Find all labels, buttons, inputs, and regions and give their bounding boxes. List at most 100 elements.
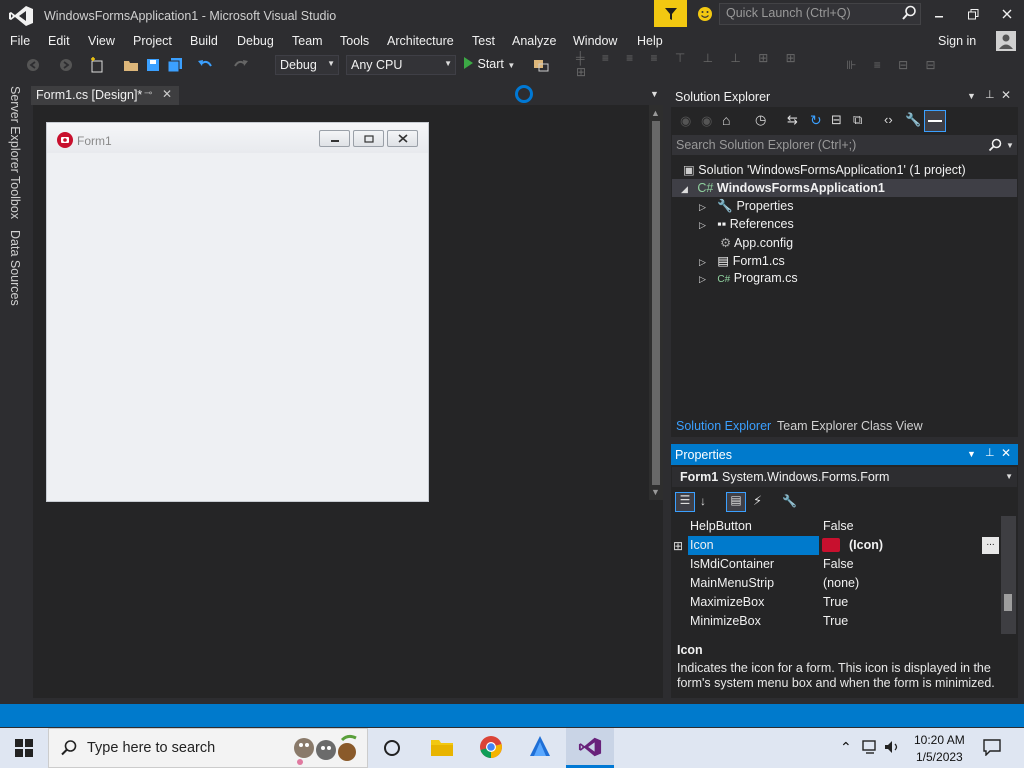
server-explorer-tab[interactable]: Server Explorer [8, 86, 22, 173]
events-lightning-icon[interactable]: ⚡ [753, 493, 762, 509]
alphabetical-sort-icon[interactable]: ↓ [700, 494, 706, 508]
volume-icon[interactable] [884, 739, 902, 758]
property-row-selected[interactable]: Icon (Icon) ... [688, 536, 1000, 555]
menu-tools[interactable]: Tools [340, 34, 369, 48]
pending-changes-filter-icon[interactable]: ◷ [755, 112, 766, 128]
property-row[interactable]: IsMdiContainer False [688, 555, 1000, 574]
menu-debug[interactable]: Debug [237, 34, 274, 48]
object-selector[interactable]: Form1 System.Windows.Forms.Form ▼ [672, 467, 1017, 487]
property-value[interactable]: (Icon) [849, 538, 883, 552]
minimize-button[interactable] [926, 4, 952, 24]
menu-build[interactable]: Build [190, 34, 218, 48]
clock-time[interactable]: 10:20 AM [914, 733, 965, 747]
expand-plus-icon[interactable]: ⊞ [673, 539, 683, 553]
app-taskbar-button[interactable] [528, 735, 552, 762]
property-pages-wrench-icon[interactable]: 🔧 [782, 494, 797, 508]
menu-project[interactable]: Project [133, 34, 172, 48]
menu-team[interactable]: Team [292, 34, 323, 48]
scrollbar-thumb[interactable] [652, 121, 660, 485]
task-view-button[interactable] [382, 738, 402, 761]
start-debugging-button[interactable]: Start ▼ [463, 57, 515, 71]
ellipsis-browse-button[interactable]: ... [982, 537, 999, 554]
search-icon[interactable] [901, 5, 917, 21]
restore-button[interactable] [960, 4, 986, 24]
browser-link-button[interactable] [532, 57, 550, 73]
pin-icon[interactable]: ⊸ [144, 88, 152, 99]
menu-analyze[interactable]: Analyze [512, 34, 556, 48]
tree-project-node[interactable]: ◢ C# WindowsFormsApplication1 [681, 181, 885, 195]
property-row[interactable]: MinimizeBox True [688, 612, 1000, 631]
close-panel-icon[interactable]: ✕ [1001, 88, 1011, 102]
properties-view-icon[interactable]: ▤ [726, 492, 746, 512]
tree-item-properties[interactable]: ▷ 🔧 Properties [699, 199, 793, 214]
search-icon[interactable] [988, 138, 1002, 152]
quick-launch-input[interactable]: Quick Launch (Ctrl+Q) [719, 3, 921, 25]
menu-view[interactable]: View [88, 34, 115, 48]
save-button[interactable] [145, 57, 161, 73]
tree-item-references[interactable]: ▷ ▪▪ References [699, 217, 794, 231]
chrome-taskbar-button[interactable] [479, 735, 503, 762]
menu-edit[interactable]: Edit [48, 34, 70, 48]
close-tab-icon[interactable]: ✕ [162, 87, 172, 101]
home-icon[interactable]: ⌂ [722, 112, 730, 128]
new-project-button[interactable] [88, 57, 106, 73]
property-row[interactable]: HelpButton False [688, 517, 1000, 536]
tree-item-form1[interactable]: ▷ ▤ Form1.cs [699, 253, 785, 268]
property-row[interactable]: MaximizeBox True [688, 593, 1000, 612]
menu-file[interactable]: File [10, 34, 30, 48]
open-file-button[interactable] [122, 57, 140, 73]
refresh-icon[interactable]: ↻ [810, 112, 822, 129]
form-maximize-button[interactable] [353, 130, 384, 147]
undo-button[interactable] [196, 57, 214, 73]
clock-date[interactable]: 1/5/2023 [916, 750, 963, 764]
feedback-button[interactable] [694, 3, 716, 25]
auto-hide-pin-icon[interactable]: ⊥ [985, 88, 995, 101]
toolbox-tab[interactable]: Toolbox [8, 176, 22, 219]
scroll-up-icon[interactable]: ▲ [651, 108, 660, 118]
data-sources-tab[interactable]: Data Sources [8, 230, 22, 306]
properties-scrollbar[interactable] [1001, 516, 1016, 634]
collapse-all-icon[interactable]: ⊟ [831, 112, 842, 128]
menu-test[interactable]: Test [472, 34, 495, 48]
redo-button[interactable] [232, 57, 250, 73]
search-options-chevron-icon[interactable]: ▼ [1006, 141, 1014, 150]
preview-selected-items-button[interactable] [924, 110, 946, 132]
save-all-button[interactable] [167, 57, 183, 73]
property-value[interactable]: (none) [823, 576, 859, 590]
network-icon[interactable] [862, 739, 880, 758]
action-center-button[interactable] [982, 738, 1002, 759]
close-panel-icon[interactable]: ✕ [1001, 446, 1011, 460]
navigate-forward-button[interactable] [58, 57, 74, 73]
property-value[interactable]: False [823, 557, 854, 571]
menu-help[interactable]: Help [637, 34, 663, 48]
categorized-view-icon[interactable]: ☰ [675, 492, 695, 512]
solution-configuration-select[interactable]: Debug ▼ [275, 55, 339, 75]
tab-team-explorer[interactable]: Team Explorer [777, 419, 858, 433]
solution-explorer-search-input[interactable]: Search Solution Explorer (Ctrl+;) [672, 135, 1017, 155]
form-minimize-button[interactable] [319, 130, 350, 147]
visual-studio-taskbar-button[interactable] [566, 728, 614, 768]
menu-window[interactable]: Window [573, 34, 617, 48]
property-value[interactable]: True [823, 595, 848, 609]
start-button[interactable] [14, 738, 34, 761]
sign-in-link[interactable]: Sign in [938, 34, 976, 48]
solution-platform-select[interactable]: Any CPU ▼ [346, 55, 456, 75]
panel-menu-chevron-icon[interactable]: ▼ [967, 91, 976, 101]
tree-solution-node[interactable]: ▣ Solution 'WindowsFormsApplication1' (1… [683, 162, 966, 177]
property-value[interactable]: False [823, 519, 854, 533]
show-hidden-icons-chevron-icon[interactable]: ⌃ [840, 739, 852, 756]
tab-list-chevron-icon[interactable]: ▼ [650, 89, 659, 99]
property-row[interactable]: MainMenuStrip (none) [688, 574, 1000, 593]
scrollbar-thumb[interactable] [1004, 594, 1012, 611]
scroll-down-icon[interactable]: ▼ [651, 487, 660, 497]
close-button[interactable] [994, 4, 1020, 24]
tab-form1-design[interactable]: Form1.cs [Design]* [31, 86, 179, 105]
tab-solution-explorer[interactable]: Solution Explorer [676, 419, 771, 433]
view-code-icon[interactable]: ‹› [884, 112, 893, 127]
tab-class-view[interactable]: Class View [861, 419, 923, 433]
tree-item-program[interactable]: ▷ C# Program.cs [699, 271, 798, 285]
navigate-back-button[interactable] [25, 57, 41, 73]
notifications-button[interactable] [654, 0, 687, 27]
show-all-files-icon[interactable]: ⧉ [853, 112, 862, 128]
property-value[interactable]: True [823, 614, 848, 628]
